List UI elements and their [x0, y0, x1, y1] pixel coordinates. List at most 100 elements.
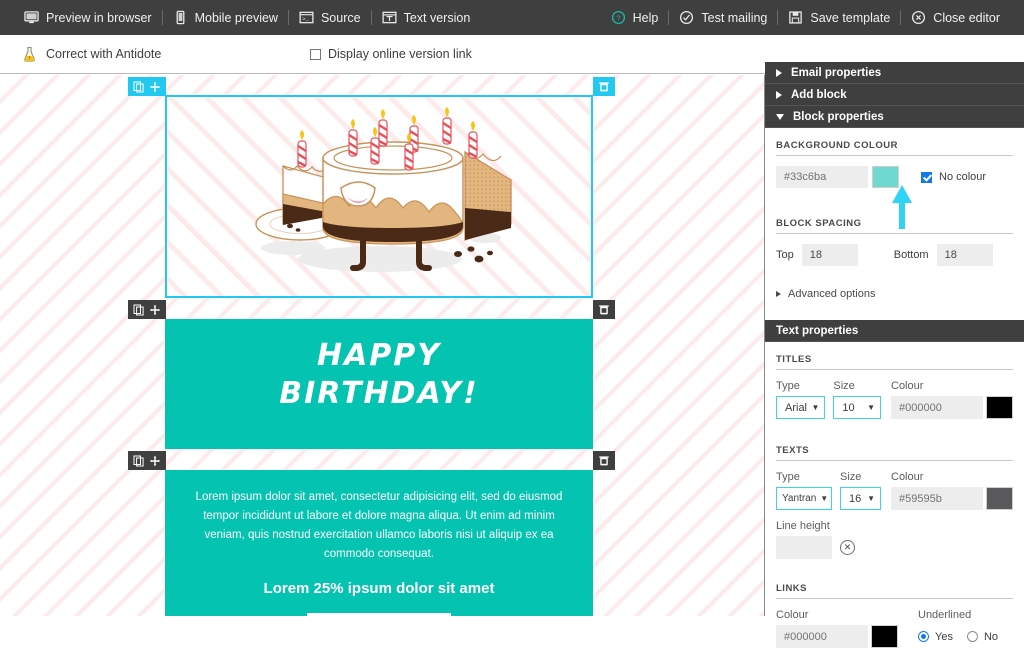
accordion-add-block[interactable]: Add block: [765, 84, 1024, 106]
promo-content[interactable]: Lorem ipsum dolor sit amet, consectetur …: [165, 470, 593, 616]
texts-type-label: Type: [776, 471, 800, 483]
texts-type-value: Yantran: [782, 493, 817, 504]
title-block-handle[interactable]: [128, 300, 166, 319]
triangle-right-icon: [776, 291, 781, 297]
move-icon[interactable]: [149, 455, 161, 467]
line-height-input[interactable]: [776, 536, 832, 559]
chevron-down-icon: ▼: [867, 403, 875, 412]
titles-type-select[interactable]: Arial ▼: [776, 396, 826, 419]
titles-colour-swatch[interactable]: [986, 396, 1013, 419]
image-block-delete-button[interactable]: [593, 77, 615, 96]
trash-icon[interactable]: [598, 81, 610, 93]
source-button[interactable]: >_ Source: [289, 0, 371, 35]
texts-type-group: Type Yantran ▼: [776, 471, 832, 510]
line-height-row: ✕: [776, 536, 1013, 559]
triangle-right-icon: [776, 90, 782, 99]
test-mailing-label: Test mailing: [701, 10, 768, 25]
mobile-preview-button[interactable]: Mobile preview: [163, 0, 288, 35]
links-colour-group: Colour #000000: [776, 609, 898, 648]
titles-size-label: Size: [833, 380, 855, 392]
display-online-version-link-checkbox[interactable]: Display online version link: [310, 47, 472, 61]
texts-colour-group: Colour #59595b: [891, 471, 1013, 510]
move-icon[interactable]: [149, 304, 161, 316]
close-editor-label: Close editor: [933, 10, 1000, 25]
top-toolbar: Preview in browser Mobile preview >_ Sou…: [0, 0, 1024, 35]
checkbox-icon[interactable]: [310, 48, 321, 60]
up-arrow-annotation: [890, 183, 914, 234]
properties-panel: Email properties Add block Block propert…: [765, 62, 1024, 648]
advanced-options-toggle[interactable]: Advanced options: [776, 288, 1013, 300]
texts-size-select[interactable]: 16 ▼: [840, 487, 881, 510]
spacing-top-input[interactable]: 18: [801, 244, 858, 266]
title-block[interactable]: HAPPY BIRTHDAY!: [128, 300, 615, 449]
help-button[interactable]: ? Help: [601, 0, 669, 35]
image-block-handle[interactable]: [128, 77, 166, 96]
accordion-email-properties[interactable]: Email properties: [765, 62, 1024, 84]
spacing-bottom-input[interactable]: 18: [936, 244, 993, 266]
accordion-block-properties[interactable]: Block properties: [765, 106, 1024, 128]
save-template-button[interactable]: Save template: [778, 0, 900, 35]
happy-birthday-banner[interactable]: HAPPY BIRTHDAY!: [165, 319, 593, 449]
titles-section-label: TITLES: [776, 354, 1013, 370]
correct-with-antidote-label: Correct with Antidote: [46, 47, 162, 61]
duplicate-icon[interactable]: [133, 304, 145, 316]
preview-in-browser-label: Preview in browser: [46, 10, 152, 25]
happy-birthday-text: HAPPY BIRTHDAY!: [165, 337, 593, 413]
close-editor-button[interactable]: Close editor: [901, 0, 1010, 35]
links-colour-input[interactable]: #000000: [776, 625, 868, 648]
links-colour-swatch[interactable]: [871, 625, 898, 648]
image-block[interactable]: [128, 77, 615, 298]
code-icon: >_: [299, 10, 314, 25]
titles-size-select[interactable]: 10 ▼: [833, 396, 881, 419]
promo-block-delete-button[interactable]: [593, 451, 615, 470]
background-colour-section-label: BACKGROUND COLOUR: [776, 140, 1013, 156]
duplicate-icon[interactable]: [133, 81, 145, 93]
test-mailing-button[interactable]: Test mailing: [669, 0, 777, 35]
email-canvas[interactable]: HAPPY BIRTHDAY! Lorem ipsum dolor sit am…: [0, 75, 765, 616]
texts-section-label: TEXTS: [776, 445, 1013, 461]
titles-colour-input[interactable]: #000000: [891, 396, 983, 419]
title-block-delete-button[interactable]: [593, 300, 615, 319]
birthday-cake-illustration: [165, 96, 593, 298]
no-colour-checkbox[interactable]: No colour: [921, 171, 986, 183]
promo-paragraph: Lorem ipsum dolor sit amet, consectetur …: [195, 491, 563, 560]
mobile-preview-label: Mobile preview: [194, 10, 278, 25]
promo-block-handle[interactable]: [128, 451, 166, 470]
titles-colour-row: #000000: [891, 396, 1013, 419]
promo-block[interactable]: Lorem ipsum dolor sit amet, consectetur …: [128, 451, 615, 616]
preview-in-browser-button[interactable]: Preview in browser: [14, 0, 162, 35]
titles-type-group: Type Arial ▼: [776, 380, 826, 419]
accordion-text-properties[interactable]: Text properties: [765, 320, 1024, 342]
titles-size-group: Size 10 ▼: [833, 380, 881, 419]
trash-icon[interactable]: [598, 455, 610, 467]
check-circle-icon: [679, 10, 694, 25]
svg-text:?: ?: [616, 14, 620, 23]
background-colour-input[interactable]: #33c6ba: [776, 166, 868, 188]
texts-colour-swatch[interactable]: [986, 487, 1013, 510]
texts-size-group: Size 16 ▼: [840, 471, 881, 510]
spacing-top-label: Top: [776, 249, 794, 261]
clear-circle-icon[interactable]: ✕: [840, 540, 855, 555]
block-spacing-row: Top 18 Bottom 18: [776, 244, 1013, 266]
title-line-2: BIRTHDAY!: [279, 376, 479, 411]
move-icon[interactable]: [149, 81, 161, 93]
display-online-version-link-label: Display online version link: [328, 47, 472, 61]
radio-underlined-no[interactable]: [966, 631, 978, 642]
help-icon: ?: [611, 10, 626, 25]
email-column: HAPPY BIRTHDAY! Lorem ipsum dolor sit am…: [128, 75, 615, 616]
texts-size-value: 16: [849, 492, 862, 505]
save-template-label: Save template: [810, 10, 891, 25]
checkbox-checked-icon[interactable]: [921, 171, 932, 183]
radio-underlined-yes[interactable]: [918, 631, 929, 642]
texts-type-select[interactable]: Yantran ▼: [776, 487, 832, 510]
text-version-button[interactable]: Text version: [372, 0, 481, 35]
accordion-block-properties-label: Block properties: [793, 110, 884, 123]
save-icon: [788, 10, 803, 25]
duplicate-icon[interactable]: [133, 455, 145, 467]
correct-with-antidote-button[interactable]: ! Correct with Antidote: [22, 46, 161, 63]
texts-colour-input[interactable]: #59595b: [891, 487, 983, 510]
texts-size-label: Size: [840, 471, 862, 483]
texts-colour-row: #59595b: [891, 487, 1013, 510]
trash-icon[interactable]: [598, 304, 610, 316]
titles-colour-label: Colour: [891, 380, 924, 392]
